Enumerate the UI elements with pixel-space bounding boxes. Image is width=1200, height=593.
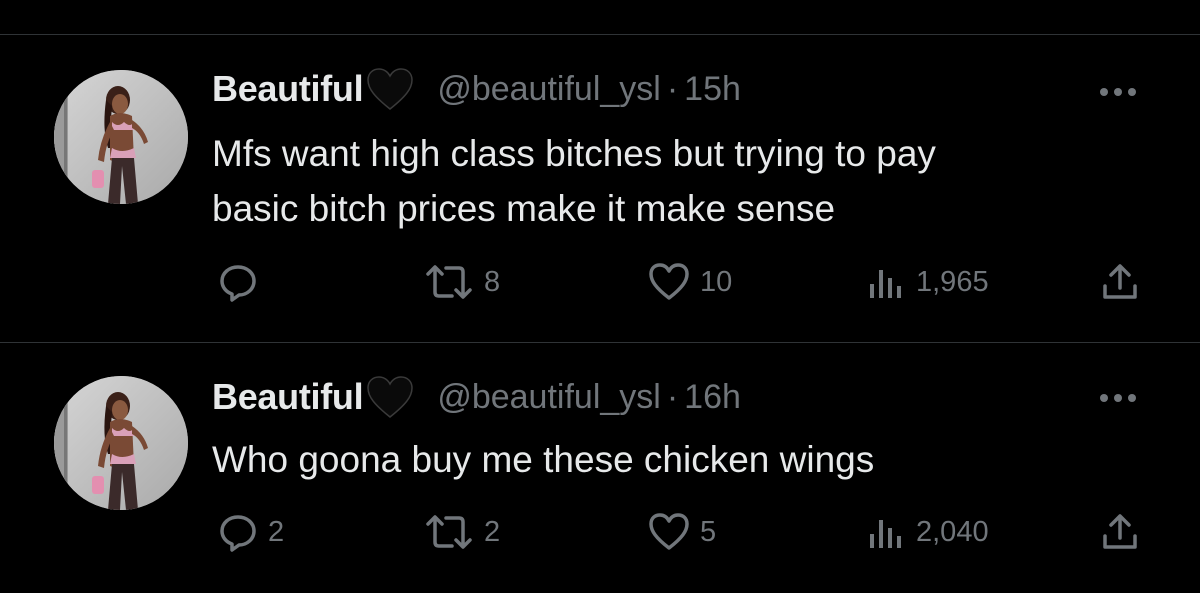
- views-button[interactable]: 1,965: [866, 262, 989, 302]
- retweet-icon: [424, 512, 474, 552]
- views-count: 1,965: [916, 265, 989, 298]
- share-button[interactable]: [1100, 512, 1140, 552]
- tweet-text: Mfs want high class bitches but trying t…: [212, 126, 1172, 236]
- separator-dot: ·: [666, 377, 679, 416]
- timestamp[interactable]: 16h: [684, 378, 741, 417]
- views-icon: [866, 262, 906, 302]
- like-button[interactable]: 5: [648, 512, 716, 552]
- reply-count: 2: [268, 515, 285, 548]
- tweet-text: Who goona buy me these chicken wings: [212, 432, 1172, 487]
- tweet-header: Beautiful @beautiful_ysl · 16h: [212, 374, 741, 420]
- timestamp[interactable]: 15h: [684, 70, 741, 109]
- reply-icon: [218, 262, 258, 302]
- tweet-divider: [0, 342, 1200, 343]
- tweet-text-line: basic bitch prices make it make sense: [212, 188, 836, 229]
- like-icon: [648, 512, 690, 552]
- display-name[interactable]: Beautiful: [212, 376, 364, 418]
- more-options-icon[interactable]: [1094, 82, 1142, 102]
- views-button[interactable]: 2,040: [866, 512, 989, 552]
- tweet-header: Beautiful @beautiful_ysl · 15h: [212, 66, 741, 112]
- like-count: 10: [700, 265, 733, 298]
- display-name[interactable]: Beautiful: [212, 68, 364, 110]
- handle[interactable]: @beautiful_ysl: [437, 378, 661, 417]
- reply-button[interactable]: [218, 262, 268, 302]
- reply-icon: [218, 512, 258, 552]
- retweet-icon: [424, 262, 474, 302]
- share-button[interactable]: [1100, 262, 1140, 302]
- like-button[interactable]: 10: [648, 262, 732, 302]
- black-heart-icon: [365, 375, 415, 419]
- retweet-button[interactable]: 8: [424, 262, 500, 302]
- like-icon: [648, 262, 690, 302]
- retweet-count: 2: [484, 515, 501, 548]
- avatar[interactable]: [54, 376, 188, 510]
- handle[interactable]: @beautiful_ysl: [437, 70, 661, 109]
- views-icon: [866, 512, 906, 552]
- retweet-count: 8: [484, 265, 501, 298]
- like-count: 5: [700, 515, 717, 548]
- tweet-text-line: Mfs want high class bitches but trying t…: [212, 133, 936, 174]
- reply-button[interactable]: 2: [218, 512, 284, 552]
- avatar[interactable]: [54, 70, 188, 204]
- tweet-text-line: Who goona buy me these chicken wings: [212, 439, 875, 480]
- retweet-button[interactable]: 2: [424, 512, 500, 552]
- share-icon: [1100, 512, 1140, 552]
- black-heart-icon: [365, 67, 415, 111]
- share-icon: [1100, 262, 1140, 302]
- views-count: 2,040: [916, 515, 989, 548]
- top-divider: [0, 34, 1200, 35]
- more-options-icon[interactable]: [1094, 388, 1142, 408]
- separator-dot: ·: [666, 69, 679, 108]
